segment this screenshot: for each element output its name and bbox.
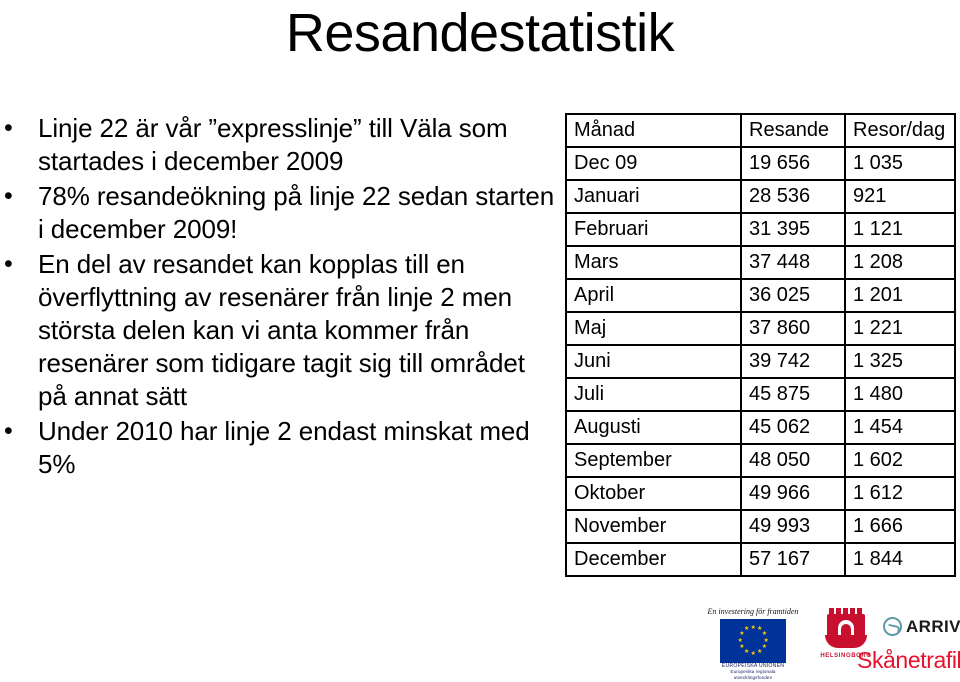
cell-month: Juli bbox=[565, 377, 742, 412]
list-item: • Linje 22 är vår ”expresslinje” till Vä… bbox=[0, 112, 556, 178]
column-header-resande: Resande bbox=[740, 113, 846, 148]
cell-month: Augusti bbox=[565, 410, 742, 445]
arriva-logo: ARRIVA bbox=[883, 617, 960, 636]
cell-resande: 28 536 bbox=[740, 179, 846, 214]
table-row: Juli 45 875 1 480 bbox=[565, 377, 956, 412]
cell-month: Maj bbox=[565, 311, 742, 346]
bullet-text: 78% resandeökning på linje 22 sedan star… bbox=[38, 181, 555, 244]
cell-resor-dag: 1 325 bbox=[844, 344, 956, 379]
table-row: Januari 28 536 921 bbox=[565, 179, 956, 214]
cell-resor-dag: 1 612 bbox=[844, 476, 956, 511]
cell-month: Februari bbox=[565, 212, 742, 247]
cell-month: Dec 09 bbox=[565, 146, 742, 181]
eu-star-icon: ★ bbox=[744, 626, 750, 633]
cell-resande: 37 448 bbox=[740, 245, 846, 280]
column-header-resor-per-dag: Resor/dag bbox=[844, 113, 956, 148]
bullet-marker-icon: • bbox=[4, 417, 13, 445]
table-row: April 36 025 1 201 bbox=[565, 278, 956, 313]
ridership-statistics-table: Månad Resande Resor/dag Dec 09 19 656 1 … bbox=[565, 113, 956, 577]
table-row: Mars 37 448 1 208 bbox=[565, 245, 956, 280]
helsingborg-coat-of-arms-icon bbox=[823, 608, 869, 652]
cell-month: Januari bbox=[565, 179, 742, 214]
table-row: December 57 167 1 844 bbox=[565, 542, 956, 577]
cell-resande: 49 966 bbox=[740, 476, 846, 511]
footer-logo-strip: En investering för framtiden ★ ★ ★ ★ ★ ★ ★ ★ ★ ★ ★… bbox=[697, 607, 960, 681]
cell-resande: 57 167 bbox=[740, 542, 846, 577]
cell-resor-dag: 1 454 bbox=[844, 410, 956, 445]
eu-tagline: En investering för framtiden bbox=[707, 607, 799, 616]
table-row: Dec 09 19 656 1 035 bbox=[565, 146, 956, 181]
cell-resor-dag: 1 844 bbox=[844, 542, 956, 577]
table-row: November 49 993 1 666 bbox=[565, 509, 956, 544]
bullet-text: Under 2010 har linje 2 endast minskat me… bbox=[38, 416, 530, 479]
eu-logo: En investering för framtiden ★ ★ ★ ★ ★ ★ ★ ★ ★ ★ ★… bbox=[697, 607, 809, 680]
cell-month: April bbox=[565, 278, 742, 313]
eu-star-icon: ★ bbox=[761, 631, 768, 637]
cell-resor-dag: 1 121 bbox=[844, 212, 956, 247]
cell-month: November bbox=[565, 509, 742, 544]
cell-month: December bbox=[565, 542, 742, 577]
cell-resor-dag: 1 201 bbox=[844, 278, 956, 313]
arriva-circle-icon bbox=[883, 617, 902, 636]
eu-star-icon: ★ bbox=[750, 650, 756, 657]
bullet-marker-icon: • bbox=[4, 114, 13, 142]
cell-month: Oktober bbox=[565, 476, 742, 511]
cell-resor-dag: 921 bbox=[844, 179, 956, 214]
cell-resande: 39 742 bbox=[740, 344, 846, 379]
table-row: Februari 31 395 1 121 bbox=[565, 212, 956, 247]
eu-star-icon: ★ bbox=[739, 644, 745, 650]
cell-resor-dag: 1 480 bbox=[844, 377, 956, 412]
eu-caption: EUROPEISKA UNIONEN Europeiska regionala … bbox=[697, 663, 809, 680]
eu-star-icon: ★ bbox=[739, 631, 745, 637]
arriva-wordmark: ARRIVA bbox=[906, 616, 960, 636]
cell-resande: 45 062 bbox=[740, 410, 846, 445]
skanetrafiken-wordmark: Skånetrafiken bbox=[857, 647, 960, 673]
cell-resor-dag: 1 221 bbox=[844, 311, 956, 346]
table-row: September 48 050 1 602 bbox=[565, 443, 956, 478]
cell-resande: 48 050 bbox=[740, 443, 846, 478]
eu-star-icon: ★ bbox=[744, 648, 750, 655]
cell-month: September bbox=[565, 443, 742, 478]
bullet-text: En del av resandet kan kopplas till en ö… bbox=[38, 249, 525, 411]
eu-star-icon: ★ bbox=[757, 648, 763, 655]
cell-resor-dag: 1 602 bbox=[844, 443, 956, 478]
table-row: Maj 37 860 1 221 bbox=[565, 311, 956, 346]
bullet-marker-icon: • bbox=[4, 250, 13, 278]
cell-resande: 37 860 bbox=[740, 311, 846, 346]
table-header-row: Månad Resande Resor/dag bbox=[565, 113, 956, 148]
eu-star-icon: ★ bbox=[761, 644, 768, 650]
cell-resor-dag: 1 208 bbox=[844, 245, 956, 280]
cell-resande: 49 993 bbox=[740, 509, 846, 544]
list-item: • 78% resandeökning på linje 22 sedan st… bbox=[0, 180, 556, 246]
list-item: • En del av resandet kan kopplas till en… bbox=[0, 248, 556, 413]
cell-resor-dag: 1 035 bbox=[844, 146, 956, 181]
bullet-marker-icon: • bbox=[4, 182, 13, 210]
list-item: • Under 2010 har linje 2 endast minskat … bbox=[0, 415, 556, 481]
cell-resor-dag: 1 666 bbox=[844, 509, 956, 544]
cell-resande: 31 395 bbox=[740, 212, 846, 247]
cell-resande: 45 875 bbox=[740, 377, 846, 412]
eu-caption-line3: utvecklingsfonden bbox=[733, 674, 773, 680]
cell-month: Mars bbox=[565, 245, 742, 280]
bullet-list: • Linje 22 är vår ”expresslinje” till Vä… bbox=[0, 112, 556, 483]
page-title: Resandestatistik bbox=[285, 3, 675, 63]
cell-month: Juni bbox=[565, 344, 742, 379]
table-row: Oktober 49 966 1 612 bbox=[565, 476, 956, 511]
column-header-month: Månad bbox=[565, 113, 742, 148]
cell-resande: 36 025 bbox=[740, 278, 846, 313]
eu-flag-icon: ★ ★ ★ ★ ★ ★ ★ ★ ★ ★ ★ ★ bbox=[720, 619, 786, 663]
cell-resande: 19 656 bbox=[740, 146, 846, 181]
eu-star-icon: ★ bbox=[737, 637, 743, 644]
eu-star-icon: ★ bbox=[750, 624, 756, 631]
eu-star-icon: ★ bbox=[763, 637, 769, 644]
table-row: Augusti 45 062 1 454 bbox=[565, 410, 956, 445]
table-row: Juni 39 742 1 325 bbox=[565, 344, 956, 379]
bullet-text: Linje 22 är vår ”expresslinje” till Väla… bbox=[38, 113, 508, 176]
